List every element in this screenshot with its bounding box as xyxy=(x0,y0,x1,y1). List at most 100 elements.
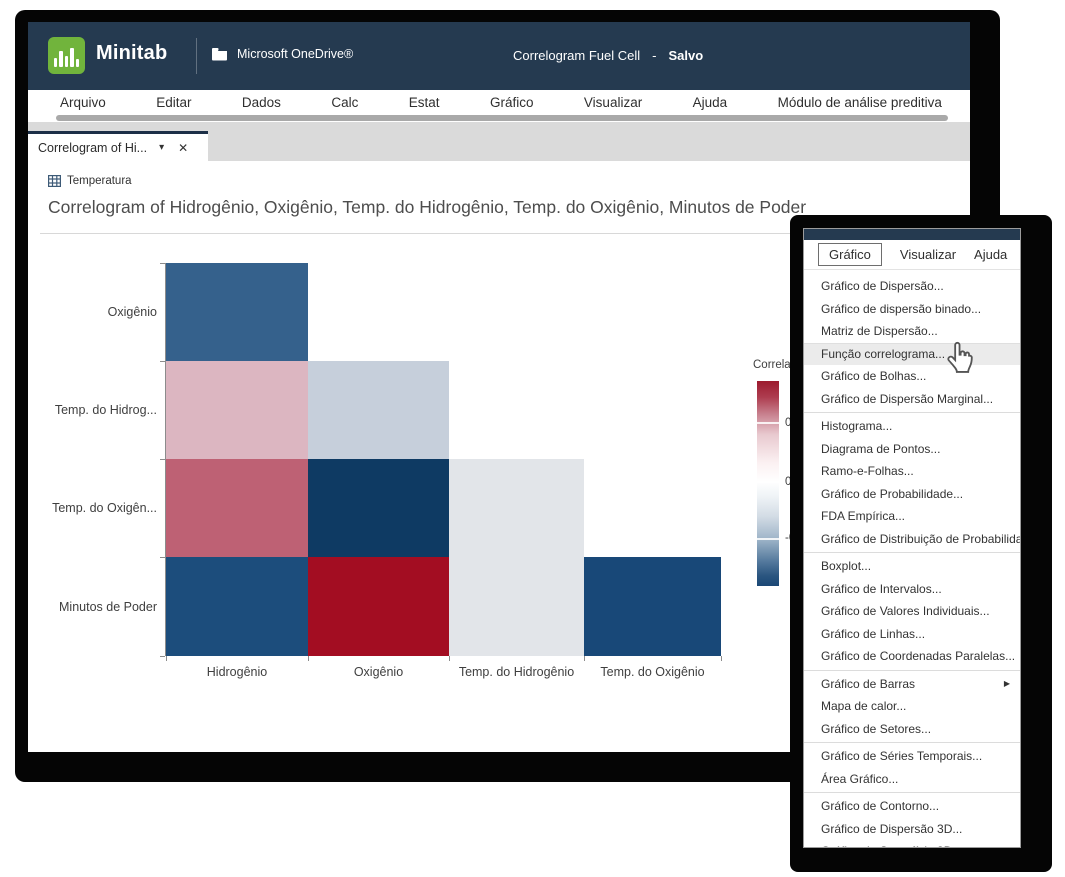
correlogram-cell[interactable] xyxy=(584,557,721,656)
menu-item-grafico-de-coordenadas-paralelas[interactable]: Gráfico de Coordenadas Paralelas... xyxy=(804,645,1020,668)
hand-cursor-icon xyxy=(946,341,976,375)
correlogram-cell[interactable] xyxy=(449,557,584,656)
menubar-item-ajuda[interactable]: Ajuda xyxy=(693,95,728,110)
menu-item-grafico-de-distribuicao-de-probabilidade[interactable]: Gráfico de Distribuição de Probabilidade… xyxy=(804,528,1020,551)
panel-menu-grafico[interactable]: Gráfico xyxy=(818,243,882,266)
menu-item-grafico-de-bolhas[interactable]: Gráfico de Bolhas... xyxy=(804,365,1020,388)
menu-item-grafico-de-contorno[interactable]: Gráfico de Contorno... xyxy=(804,795,1020,818)
y-axis-tick xyxy=(160,263,165,264)
folder-icon xyxy=(211,47,228,61)
title-separator: - xyxy=(652,48,656,63)
y-axis-label: Oxigênio xyxy=(108,305,157,319)
worksheet-row[interactable]: Temperatura xyxy=(48,175,132,187)
menu-item-grafico-de-series-temporais[interactable]: Gráfico de Séries Temporais... xyxy=(804,745,1020,768)
menu-item-fda-empirica[interactable]: FDA Empírica... xyxy=(804,505,1020,528)
x-axis-tick xyxy=(584,656,585,661)
panel-menu-visualizar[interactable]: Visualizar xyxy=(900,247,956,262)
output-tabbar: Correlogram of Hi... ▾ ✕ xyxy=(28,122,970,161)
menu-item-grafico-de-superficie-3d[interactable]: Gráfico de Superfície 3D... xyxy=(804,840,1020,848)
correlogram-cell[interactable] xyxy=(166,361,308,459)
menu-item-grafico-de-dispersao-binado[interactable]: Gráfico de dispersão binado... xyxy=(804,298,1020,321)
menu-separator xyxy=(804,792,1020,793)
x-axis-tick xyxy=(449,656,450,661)
menu-item-mapa-de-calor[interactable]: Mapa de calor... xyxy=(804,695,1020,718)
x-axis-label: Hidrogênio xyxy=(207,665,267,679)
menu-item-area-grafico[interactable]: Área Gráfico... xyxy=(804,768,1020,791)
correlogram-plot: OxigênioTemp. do Hidrog...Temp. do Oxigê… xyxy=(165,263,720,656)
grafico-menu-panel: Gráfico Visualizar Ajuda Gráfico de Disper… xyxy=(803,228,1021,848)
y-axis-label: Temp. do Oxigên... xyxy=(52,501,157,515)
correlogram-cell[interactable] xyxy=(308,459,449,557)
correlogram-cell[interactable] xyxy=(449,459,584,557)
menubar-item-visualizar[interactable]: Visualizar xyxy=(584,95,642,110)
storage-label: Microsoft OneDrive® xyxy=(237,47,353,61)
save-status: Salvo xyxy=(669,48,704,63)
worksheet-grid-icon xyxy=(48,175,61,187)
menubar-item-dados[interactable]: Dados xyxy=(242,95,281,110)
tab-correlogram[interactable]: Correlogram of Hi... ▾ ✕ xyxy=(28,131,208,161)
app-header: Minitab Microsoft OneDrive® Correlogram … xyxy=(28,22,970,90)
menu-item-histograma[interactable]: Histograma... xyxy=(804,415,1020,438)
correlogram-cell[interactable] xyxy=(308,361,449,459)
menu-item-grafico-de-dispersao-3d[interactable]: Gráfico de Dispersão 3D... xyxy=(804,818,1020,841)
y-axis-tick xyxy=(160,557,165,558)
menubar-item-modulo-de-analise-preditiva[interactable]: Módulo de análise preditiva xyxy=(778,95,942,110)
menubar-scroll-track xyxy=(28,114,970,122)
menu-item-grafico-de-intervalos[interactable]: Gráfico de Intervalos... xyxy=(804,578,1020,601)
submenu-arrow-icon: ▶ xyxy=(1004,673,1010,696)
panel-menubar: Gráfico Visualizar Ajuda xyxy=(804,240,1020,270)
storage-provider[interactable]: Microsoft OneDrive® xyxy=(211,47,353,61)
menu-item-grafico-de-valores-individuais[interactable]: Gráfico de Valores Individuais... xyxy=(804,600,1020,623)
menu-item-grafico-de-setores[interactable]: Gráfico de Setores... xyxy=(804,718,1020,741)
main-menubar: Arquivo Editar Dados Calc Estat Gráfico Visual… xyxy=(28,90,970,114)
menu-item-diagrama-de-pontos[interactable]: Diagrama de Pontos... xyxy=(804,438,1020,461)
menu-item-grafico-de-dispersao-marginal[interactable]: Gráfico de Dispersão Marginal... xyxy=(804,388,1020,411)
grafico-menu-list: Gráfico de Dispersão...Gráfico de disper… xyxy=(804,270,1020,848)
document-title-group: Correlogram Fuel Cell - Salvo xyxy=(513,48,703,63)
app-name: Minitab xyxy=(96,42,167,65)
menu-item-grafico-de-linhas[interactable]: Gráfico de Linhas... xyxy=(804,623,1020,646)
tab-caret-icon[interactable]: ▾ xyxy=(159,142,164,153)
graph-title: Correlogram of Hidrogênio, Oxigênio, Tem… xyxy=(48,197,806,218)
horizontal-scrollbar-thumb[interactable] xyxy=(56,115,948,121)
y-axis-label: Temp. do Hidrog... xyxy=(55,403,157,417)
x-axis-label: Temp. do Hidrogênio xyxy=(459,665,574,679)
correlogram-cell[interactable] xyxy=(166,557,308,656)
menubar-item-editar[interactable]: Editar xyxy=(156,95,191,110)
panel-header-strip xyxy=(804,229,1020,240)
x-axis-label: Temp. do Oxigênio xyxy=(600,665,704,679)
menu-item-grafico-de-barras[interactable]: Gráfico de Barras▶ xyxy=(804,673,1020,696)
menu-separator xyxy=(804,742,1020,743)
menu-item-grafico-de-probabilidade[interactable]: Gráfico de Probabilidade... xyxy=(804,483,1020,506)
y-axis-tick xyxy=(160,361,165,362)
y-axis-label: Minutos de Poder xyxy=(59,600,157,614)
menubar-item-grafico[interactable]: Gráfico xyxy=(490,95,534,110)
menu-separator xyxy=(804,670,1020,671)
x-axis-tick xyxy=(166,656,167,661)
x-axis-label: Oxigênio xyxy=(354,665,403,679)
menu-separator xyxy=(804,412,1020,413)
menu-item-ramo-e-folhas[interactable]: Ramo-e-Folhas... xyxy=(804,460,1020,483)
menu-item-matriz-de-dispersao[interactable]: Matriz de Dispersão... xyxy=(804,320,1020,343)
menu-panel-shadow: Gráfico Visualizar Ajuda Gráfico de Disper… xyxy=(790,215,1052,872)
tab-close-icon[interactable]: ✕ xyxy=(178,141,188,155)
correlogram-cell[interactable] xyxy=(166,263,308,361)
tab-label: Correlogram of Hi... xyxy=(38,141,147,155)
worksheet-name: Temperatura xyxy=(67,175,132,187)
menu-item-grafico-de-dispersao[interactable]: Gráfico de Dispersão... xyxy=(804,275,1020,298)
legend-title: Correlat xyxy=(753,359,794,371)
menubar-item-calc[interactable]: Calc xyxy=(331,95,358,110)
minitab-logo-icon xyxy=(48,37,85,74)
legend-gradient-bar xyxy=(757,381,779,586)
menu-item-funcao-correlograma[interactable]: Função correlograma... xyxy=(804,343,1020,366)
screenshot-stage: Minitab Microsoft OneDrive® Correlogram … xyxy=(0,0,1065,877)
x-axis-tick xyxy=(308,656,309,661)
correlogram-cell[interactable] xyxy=(308,557,449,656)
panel-menu-ajuda[interactable]: Ajuda xyxy=(974,247,1007,262)
correlogram-cell[interactable] xyxy=(166,459,308,557)
menu-item-boxplot[interactable]: Boxplot... xyxy=(804,555,1020,578)
y-axis-tick xyxy=(160,459,165,460)
menu-separator xyxy=(804,552,1020,553)
menubar-item-arquivo[interactable]: Arquivo xyxy=(60,95,106,110)
menubar-item-estat[interactable]: Estat xyxy=(409,95,440,110)
